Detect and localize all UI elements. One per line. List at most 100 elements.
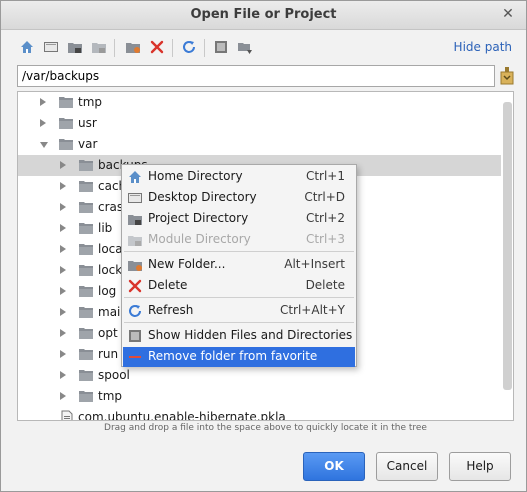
help-button[interactable]: Help	[449, 452, 511, 481]
title-bar: Open File or Project ✕	[1, 1, 526, 30]
expand-arrow-right-icon[interactable]	[60, 161, 66, 169]
tree-row[interactable]: com.ubuntu.enable-hibernate.pkla	[18, 407, 501, 421]
folder-label: run	[98, 347, 119, 361]
expand-arrow-right-icon[interactable]	[60, 371, 66, 379]
refresh-icon	[183, 41, 195, 53]
module-icon	[92, 43, 106, 53]
show-hidden-icon	[215, 41, 227, 53]
menu-item-delete[interactable]: Delete Delete	[123, 276, 355, 296]
new-folder-button[interactable]	[123, 37, 143, 57]
menu-item-shortcut: Ctrl+Alt+Y	[279, 303, 345, 317]
folder-label: tmp	[98, 389, 123, 403]
menu-item-project-directory[interactable]: Project Directory Ctrl+2	[123, 209, 355, 229]
desktop-icon	[44, 42, 58, 52]
expand-arrow-right-icon[interactable]	[60, 203, 66, 211]
tree-row[interactable]: var	[18, 134, 501, 155]
module-icon	[127, 232, 143, 248]
show-hidden-button[interactable]	[211, 37, 231, 57]
toolbar-separator	[172, 39, 173, 57]
folder-label: usr	[78, 116, 97, 130]
expand-arrow-right-icon[interactable]	[60, 350, 66, 358]
ok-button[interactable]: OK	[303, 452, 365, 481]
menu-item-label: Delete	[148, 278, 188, 292]
home-icon	[21, 41, 33, 53]
folder-icon	[59, 116, 73, 130]
menu-item-shortcut: Ctrl+D	[304, 190, 345, 204]
desktop-button[interactable]	[41, 37, 61, 57]
path-field-wrapper	[17, 65, 495, 87]
folder-icon	[79, 221, 93, 235]
menu-item-shortcut: Ctrl+2	[305, 211, 345, 225]
expand-arrow-right-icon[interactable]	[40, 98, 46, 106]
menu-item-remove-folder-from-favorite[interactable]: Remove folder from favorite	[123, 347, 355, 367]
close-icon[interactable]: ✕	[500, 6, 516, 22]
history-icon	[500, 67, 514, 85]
menu-item-label: Remove folder from favorite	[148, 349, 318, 363]
folder-icon	[79, 389, 93, 403]
path-history-button[interactable]	[499, 66, 515, 86]
menu-item-shortcut: Alt+Insert	[284, 257, 345, 271]
folder-label: lock	[98, 263, 123, 277]
path-input[interactable]	[18, 66, 494, 86]
favorite-folder-button[interactable]	[235, 37, 255, 57]
menu-item-shortcut: Delete	[305, 278, 345, 292]
file-label: com.ubuntu.enable-hibernate.pkla	[78, 410, 286, 421]
menu-item-label: Show Hidden Files and Directories	[148, 328, 353, 342]
menu-item-label: Module Directory	[148, 232, 251, 246]
folder-label: cras	[98, 200, 124, 214]
folder-icon	[79, 263, 93, 277]
folder-icon	[79, 179, 93, 193]
project-icon	[127, 211, 143, 227]
expand-arrow-right-icon[interactable]	[60, 329, 66, 337]
delete-button[interactable]	[147, 37, 167, 57]
folder-icon	[79, 368, 93, 382]
menu-item-new-folder[interactable]: New Folder... Alt+Insert	[123, 255, 355, 275]
folder-icon	[79, 200, 93, 214]
expand-arrow-right-icon[interactable]	[40, 119, 46, 127]
expand-arrow-right-icon[interactable]	[60, 287, 66, 295]
menu-item-label: Home Directory	[148, 169, 243, 183]
refresh-button[interactable]	[179, 37, 199, 57]
project-icon	[68, 43, 82, 53]
expand-arrow-right-icon[interactable]	[60, 308, 66, 316]
folder-label: lib	[98, 221, 113, 235]
menu-item-label: Project Directory	[148, 211, 249, 225]
folder-label: tmp	[78, 95, 103, 109]
hide-path-link[interactable]: Hide path	[454, 40, 512, 54]
module-button[interactable]	[89, 37, 109, 57]
menu-separator	[124, 322, 354, 323]
new-folder-icon	[126, 43, 140, 53]
refresh-icon	[127, 303, 143, 319]
folder-label: spool	[98, 368, 130, 382]
folder-icon	[79, 284, 93, 298]
menu-item-refresh[interactable]: Refresh Ctrl+Alt+Y	[123, 301, 355, 321]
file-icon	[60, 410, 74, 420]
tree-row[interactable]: spool	[18, 365, 501, 386]
folder-icon	[59, 95, 73, 109]
menu-item-desktop-directory[interactable]: Desktop Directory Ctrl+D	[123, 188, 355, 208]
expand-arrow-right-icon[interactable]	[60, 245, 66, 253]
toolbar-separator	[204, 39, 205, 57]
favorite-folder-icon	[238, 43, 252, 54]
menu-item-label: Refresh	[148, 303, 194, 317]
expand-arrow-right-icon[interactable]	[60, 224, 66, 232]
scrollbar-thumb[interactable]	[503, 102, 512, 390]
tree-scrollbar[interactable]	[503, 94, 512, 420]
expand-arrow-right-icon[interactable]	[60, 182, 66, 190]
expand-arrow-right-icon[interactable]	[60, 392, 66, 400]
folder-icon	[79, 158, 93, 172]
home-button[interactable]	[17, 37, 37, 57]
tree-row[interactable]: usr	[18, 113, 501, 134]
cancel-button[interactable]: Cancel	[376, 452, 438, 481]
menu-item-home-directory[interactable]: Home Directory Ctrl+1	[123, 167, 355, 187]
expand-arrow-down-icon[interactable]	[40, 142, 48, 148]
expand-arrow-right-icon[interactable]	[60, 266, 66, 274]
tree-row[interactable]: tmp	[18, 386, 501, 407]
new-folder-icon	[127, 257, 143, 273]
folder-label: mail	[98, 305, 124, 319]
tree-row[interactable]: tmp	[18, 92, 501, 113]
project-button[interactable]	[65, 37, 85, 57]
menu-item-shortcut: Ctrl+3	[305, 232, 345, 246]
menu-item-show-hidden-files-and-directories[interactable]: Show Hidden Files and Directories	[123, 326, 355, 346]
home-icon	[127, 169, 143, 185]
